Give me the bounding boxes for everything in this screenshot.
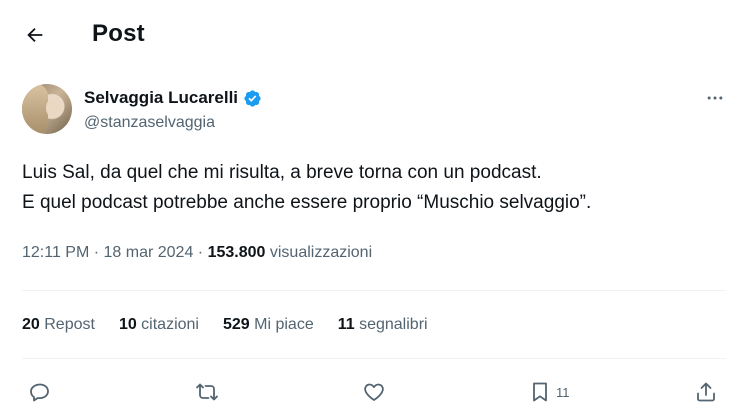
engagement-stats: 20 Repost 10 citazioni 529 Mi piace 11 s…	[22, 316, 428, 334]
bookmark-button[interactable]: 11	[528, 378, 570, 406]
like-button[interactable]	[362, 378, 386, 406]
reply-button[interactable]	[28, 378, 52, 406]
arrow-left-icon	[27, 27, 43, 43]
share-button[interactable]	[694, 378, 718, 406]
divider	[22, 290, 726, 291]
reply-icon	[30, 383, 49, 402]
views-count: 153.800	[207, 244, 266, 261]
quotes-stat[interactable]: 10 citazioni	[119, 316, 199, 334]
author-info: Selvaggia Lucarelli @stanzaselvaggia	[84, 88, 262, 132]
bookmark-count: 11	[556, 384, 570, 400]
repost-button[interactable]	[195, 378, 219, 406]
post-time[interactable]: 12:11 PM	[22, 244, 89, 261]
separator: ·	[193, 244, 208, 261]
back-button[interactable]	[18, 20, 52, 50]
page-title: Post	[92, 20, 145, 47]
top-bar: Post	[0, 0, 740, 70]
separator: ·	[89, 244, 104, 261]
likes-stat[interactable]: 529 Mi piace	[223, 316, 314, 334]
action-bar: 11	[0, 372, 740, 412]
author-name[interactable]: Selvaggia Lucarelli	[84, 88, 238, 108]
post-metadata: 12:11 PM · 18 mar 2024 · 153.800 visuali…	[22, 244, 372, 262]
verified-badge-icon	[244, 89, 261, 107]
post-date[interactable]: 18 mar 2024	[104, 244, 194, 261]
bookmark-icon	[533, 382, 547, 402]
author-handle[interactable]: @stanzaselvaggia	[84, 114, 262, 132]
heart-icon	[364, 383, 384, 401]
more-horizontal-icon	[707, 96, 723, 100]
reposts-stat[interactable]: 20 Repost	[22, 316, 95, 334]
views-label: visualizzazioni	[265, 244, 373, 261]
post-text-line: E quel podcast potrebbe anche essere pro…	[22, 192, 592, 213]
more-options-button[interactable]	[702, 86, 728, 110]
divider	[22, 358, 726, 359]
bookmarks-stat[interactable]: 11 segnalibri	[338, 316, 428, 334]
share-icon	[697, 382, 715, 402]
post-text-line: Luis Sal, da quel che mi risulta, a brev…	[22, 162, 542, 183]
repost-icon	[196, 383, 218, 401]
avatar[interactable]	[22, 84, 72, 134]
post-text: Luis Sal, da quel che mi risulta, a brev…	[22, 158, 722, 218]
